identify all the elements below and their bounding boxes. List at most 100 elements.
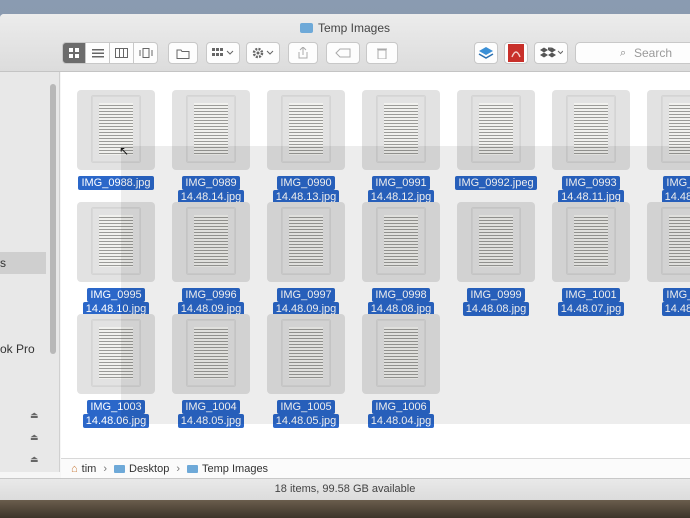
document-thumbnail (377, 208, 425, 274)
document-thumbnail (567, 208, 615, 274)
folder-icon (187, 464, 199, 473)
file-name-line: IMG_0993 (562, 176, 620, 190)
file-name: IMG_1004 14.48.05.jpg (163, 400, 259, 428)
file-name: IMG_1003 14.48.06.jpg (68, 400, 164, 428)
layers-app-button[interactable] (474, 42, 498, 64)
finder-window: Temp Images ⌕ Search s ok Pro ⏏ ⏏ ⏏ IMG_… (0, 14, 690, 500)
path-desktop[interactable]: Desktop (129, 463, 169, 475)
tag-icon (335, 48, 351, 58)
document-thumbnail (282, 320, 330, 386)
column-view-icon (115, 48, 128, 58)
document-thumbnail (662, 96, 690, 162)
file-name: IMG_0995 14.48.10.jpg (68, 288, 164, 316)
file-name-line: IMG_0992.jpeg (455, 176, 537, 190)
file-name-line: IMG_0996 (182, 288, 240, 302)
file-name-line: IMG_0990 (277, 176, 335, 190)
path-user[interactable]: tim (82, 463, 97, 475)
document-thumbnail (282, 208, 330, 274)
file-name-line: 14.48.07.jpg (557, 302, 625, 316)
column-view-button[interactable] (110, 42, 134, 64)
search-field[interactable]: ⌕ Search (575, 42, 690, 64)
new-folder-icon (176, 49, 190, 59)
file-name-line: IMG_09 (663, 176, 690, 190)
file-name-line: 14.48.06 (661, 302, 690, 316)
file-name: IMG_1001 14.48.07.jpg (543, 288, 639, 316)
file-name: IMG_1014.48.06 (638, 288, 690, 316)
file-name-line: 14.48.04.jpg (367, 414, 435, 428)
file-name-line: IMG_0988.jpg (78, 176, 154, 190)
document-thumbnail (377, 96, 425, 162)
file-name-line: IMG_1006 (372, 400, 430, 414)
eject-icon[interactable]: ⏏ (30, 432, 39, 443)
dropbox-icon (540, 47, 563, 58)
document-thumbnail (187, 96, 235, 162)
file-name: IMG_0999 14.48.08.jpg (448, 288, 544, 316)
arrange-icon (212, 48, 234, 56)
sidebar-item-label[interactable]: ok Pro (0, 342, 35, 356)
file-grid[interactable]: IMG_0988.jpg IMG_0989 14.48.14.jpg IMG_0990… (61, 72, 690, 468)
sidebar-selected-item[interactable] (0, 252, 46, 274)
document-thumbnail (472, 96, 520, 162)
share-icon (298, 47, 308, 59)
folder-icon (114, 464, 125, 473)
file-name-line: IMG_10 (663, 288, 690, 302)
list-view-icon (91, 49, 104, 58)
file-name-line: IMG_1005 (277, 400, 335, 414)
file-name-line: IMG_0997 (277, 288, 335, 302)
action-gear-icon (252, 47, 274, 59)
file-name-line: IMG_0991 (372, 176, 430, 190)
document-thumbnail (187, 320, 235, 386)
file-name: IMG_0998 14.48.08.jpg (353, 288, 449, 316)
path-bar: ⌂ tim › Desktop › Temp Images (61, 458, 690, 478)
file-name-line: 14.48.05.jpg (177, 414, 245, 428)
icon-view-button[interactable] (62, 42, 86, 64)
file-name-line: IMG_0999 (467, 288, 525, 302)
mouse-pointer-icon: ↖ (119, 144, 130, 158)
desktop-background (0, 500, 690, 518)
eject-icon[interactable]: ⏏ (30, 454, 39, 465)
status-bar: 18 items, 99.58 GB available (0, 478, 690, 500)
action-button[interactable] (246, 42, 280, 64)
file-name-line: IMG_1001 (562, 288, 620, 302)
path-current-folder[interactable]: Temp Images (202, 463, 268, 475)
file-name-line: IMG_1003 (87, 400, 145, 414)
file-name: IMG_0997 14.48.09.jpg (258, 288, 354, 316)
document-thumbnail (472, 208, 520, 274)
new-folder-button[interactable] (168, 42, 198, 64)
file-name-line: 14.48.08.jpg (462, 302, 530, 316)
share-button[interactable] (288, 42, 318, 64)
file-name-line: IMG_0995 (87, 288, 145, 302)
document-thumbnail (662, 208, 690, 274)
document-thumbnail (377, 320, 425, 386)
file-name: IMG_0992.jpeg (448, 176, 544, 190)
sidebar: s ok Pro ⏏ ⏏ ⏏ ⏏ (0, 72, 60, 486)
file-name-line: IMG_0989 (182, 176, 240, 190)
document-thumbnail (92, 320, 140, 386)
file-name: IMG_0989 14.48.14.jpg (163, 176, 259, 204)
file-name-line: 14.48.06.jpg (82, 414, 150, 428)
arrange-button[interactable] (206, 42, 240, 64)
search-icon: ⌕ (620, 47, 627, 59)
tag-button[interactable] (326, 42, 360, 64)
file-name: IMG_0988.jpg (68, 176, 164, 190)
dropbox-button[interactable] (534, 42, 568, 64)
document-thumbnail (92, 208, 140, 274)
cover-flow-button[interactable] (134, 42, 158, 64)
status-text: 18 items, 99.58 GB available (274, 483, 416, 495)
sidebar-scrollbar[interactable] (50, 84, 56, 354)
file-name: IMG_0991 14.48.12.jpg (353, 176, 449, 204)
file-name: IMG_0996 14.48.09.jpg (163, 288, 259, 316)
file-name: IMG_0990 14.48.13.jpg (258, 176, 354, 204)
file-name: IMG_1006 14.48.04.jpg (353, 400, 449, 428)
file-name-line: IMG_1004 (182, 400, 240, 414)
list-view-button[interactable] (86, 42, 110, 64)
trash-button[interactable] (366, 42, 398, 64)
file-name-line: 14.48.05.jpg (272, 414, 340, 428)
eject-icon[interactable]: ⏏ (30, 410, 39, 421)
sidebar-item-label[interactable]: s (0, 256, 6, 270)
document-thumbnail (567, 96, 615, 162)
document-thumbnail (92, 96, 140, 162)
acrobat-button[interactable] (504, 42, 528, 64)
title-bar[interactable]: Temp Images ⌕ Search (0, 14, 690, 72)
icon-view-icon (69, 48, 79, 58)
